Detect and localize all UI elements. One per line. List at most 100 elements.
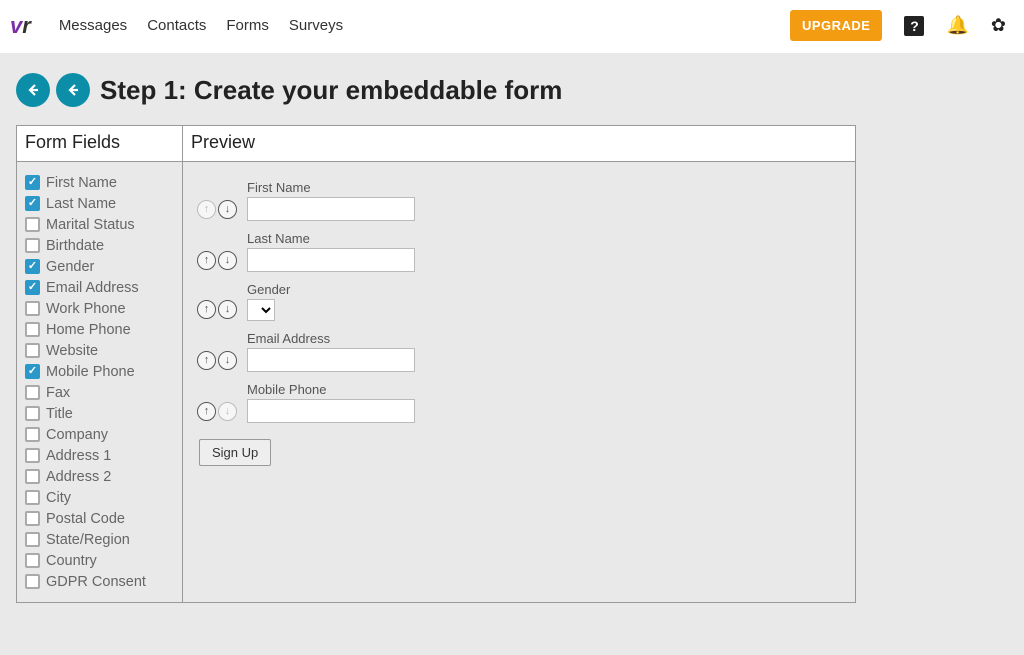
- field-checkbox[interactable]: [25, 532, 40, 547]
- move-up-icon[interactable]: ↑: [197, 351, 216, 370]
- field-checkbox[interactable]: [25, 217, 40, 232]
- signup-button[interactable]: Sign Up: [199, 439, 271, 466]
- field-label: Mobile Phone: [46, 364, 135, 380]
- field-checkbox[interactable]: [25, 322, 40, 337]
- preview-field-label: First Name: [247, 180, 415, 195]
- back-arrow-icon[interactable]: [16, 73, 50, 107]
- field-item[interactable]: Work Phone: [25, 298, 174, 319]
- logo[interactable]: vr: [10, 15, 31, 37]
- preview-field: Email Address: [247, 331, 415, 372]
- move-up-icon[interactable]: ↑: [197, 251, 216, 270]
- form-panel: Form Fields First Name Last Name Marital S…: [16, 125, 856, 603]
- field-label: Home Phone: [46, 322, 131, 338]
- field-label: Gender: [46, 259, 94, 275]
- field-item[interactable]: Marital Status: [25, 214, 174, 235]
- move-down-icon[interactable]: ↓: [218, 251, 237, 270]
- step-header: Step 1: Create your embeddable form: [16, 73, 1024, 107]
- move-down-icon[interactable]: ↓: [218, 200, 237, 219]
- preview-select[interactable]: [247, 299, 275, 321]
- field-item[interactable]: Birthdate: [25, 235, 174, 256]
- field-item[interactable]: Email Address: [25, 277, 174, 298]
- field-label: Address 2: [46, 469, 111, 485]
- field-label: Postal Code: [46, 511, 125, 527]
- field-checkbox[interactable]: [25, 196, 40, 211]
- preview-header: Preview: [183, 126, 855, 162]
- field-item[interactable]: State/Region: [25, 529, 174, 550]
- move-up-icon[interactable]: ↑: [197, 300, 216, 319]
- field-item[interactable]: Website: [25, 340, 174, 361]
- field-checkbox[interactable]: [25, 259, 40, 274]
- back-arrow-icon-2[interactable]: [56, 73, 90, 107]
- field-item[interactable]: Last Name: [25, 193, 174, 214]
- field-item[interactable]: GDPR Consent: [25, 571, 174, 592]
- preview-input[interactable]: [247, 248, 415, 272]
- topbar-left: vr Messages Contacts Forms Surveys: [10, 15, 343, 37]
- preview-input[interactable]: [247, 399, 415, 423]
- bell-icon[interactable]: 🔔: [946, 15, 968, 36]
- field-item[interactable]: First Name: [25, 172, 174, 193]
- fields-header: Form Fields: [17, 126, 182, 162]
- move-up-icon[interactable]: ↑: [197, 402, 216, 421]
- gear-icon[interactable]: ✿: [991, 15, 1006, 36]
- help-icon[interactable]: ?: [904, 16, 924, 36]
- order-controls: ↑↓: [197, 402, 241, 423]
- preview-body: ↑↓First Name↑↓Last Name↑↓Gender↑↓Email A…: [183, 162, 855, 486]
- field-item[interactable]: City: [25, 487, 174, 508]
- field-label: GDPR Consent: [46, 574, 146, 590]
- preview-field: First Name: [247, 180, 415, 221]
- field-checkbox[interactable]: [25, 511, 40, 526]
- field-label: State/Region: [46, 532, 130, 548]
- field-label: Company: [46, 427, 108, 443]
- field-label: Address 1: [46, 448, 111, 464]
- move-up-icon: ↑: [197, 200, 216, 219]
- nav-forms[interactable]: Forms: [226, 17, 269, 34]
- field-checkbox[interactable]: [25, 364, 40, 379]
- field-checkbox[interactable]: [25, 175, 40, 190]
- field-item[interactable]: Address 2: [25, 466, 174, 487]
- field-item[interactable]: Country: [25, 550, 174, 571]
- field-checkbox[interactable]: [25, 406, 40, 421]
- nav-surveys[interactable]: Surveys: [289, 17, 343, 34]
- field-item[interactable]: Gender: [25, 256, 174, 277]
- page-title: Step 1: Create your embeddable form: [100, 75, 562, 106]
- order-controls: ↑↓: [197, 300, 241, 321]
- field-item[interactable]: Title: [25, 403, 174, 424]
- field-checkbox[interactable]: [25, 469, 40, 484]
- preview-field-label: Email Address: [247, 331, 415, 346]
- field-checkbox[interactable]: [25, 427, 40, 442]
- preview-row: ↑↓Mobile Phone: [197, 382, 841, 423]
- field-item[interactable]: Address 1: [25, 445, 174, 466]
- field-label: Marital Status: [46, 217, 135, 233]
- nav-messages[interactable]: Messages: [59, 17, 127, 34]
- upgrade-button[interactable]: UPGRADE: [790, 10, 883, 41]
- field-item[interactable]: Company: [25, 424, 174, 445]
- preview-column: Preview ↑↓First Name↑↓Last Name↑↓Gender↑…: [183, 126, 855, 602]
- fields-list: First Name Last Name Marital Status Birthda…: [17, 162, 182, 602]
- preview-input[interactable]: [247, 197, 415, 221]
- preview-field: Last Name: [247, 231, 415, 272]
- move-down-icon[interactable]: ↓: [218, 300, 237, 319]
- field-checkbox[interactable]: [25, 343, 40, 358]
- field-item[interactable]: Postal Code: [25, 508, 174, 529]
- field-item[interactable]: Mobile Phone: [25, 361, 174, 382]
- field-item[interactable]: Fax: [25, 382, 174, 403]
- field-checkbox[interactable]: [25, 301, 40, 316]
- nav-contacts[interactable]: Contacts: [147, 17, 206, 34]
- field-checkbox[interactable]: [25, 238, 40, 253]
- field-label: Website: [46, 343, 98, 359]
- field-checkbox[interactable]: [25, 574, 40, 589]
- preview-input[interactable]: [247, 348, 415, 372]
- field-checkbox[interactable]: [25, 280, 40, 295]
- preview-row: ↑↓Gender: [197, 282, 841, 321]
- field-label: Email Address: [46, 280, 139, 296]
- field-checkbox[interactable]: [25, 490, 40, 505]
- preview-field-label: Last Name: [247, 231, 415, 246]
- field-item[interactable]: Home Phone: [25, 319, 174, 340]
- move-down-icon[interactable]: ↓: [218, 351, 237, 370]
- field-checkbox[interactable]: [25, 448, 40, 463]
- preview-row: ↑↓ First Name: [197, 180, 841, 221]
- field-checkbox[interactable]: [25, 385, 40, 400]
- field-checkbox[interactable]: [25, 553, 40, 568]
- field-label: First Name: [46, 175, 117, 191]
- field-label: Last Name: [46, 196, 116, 212]
